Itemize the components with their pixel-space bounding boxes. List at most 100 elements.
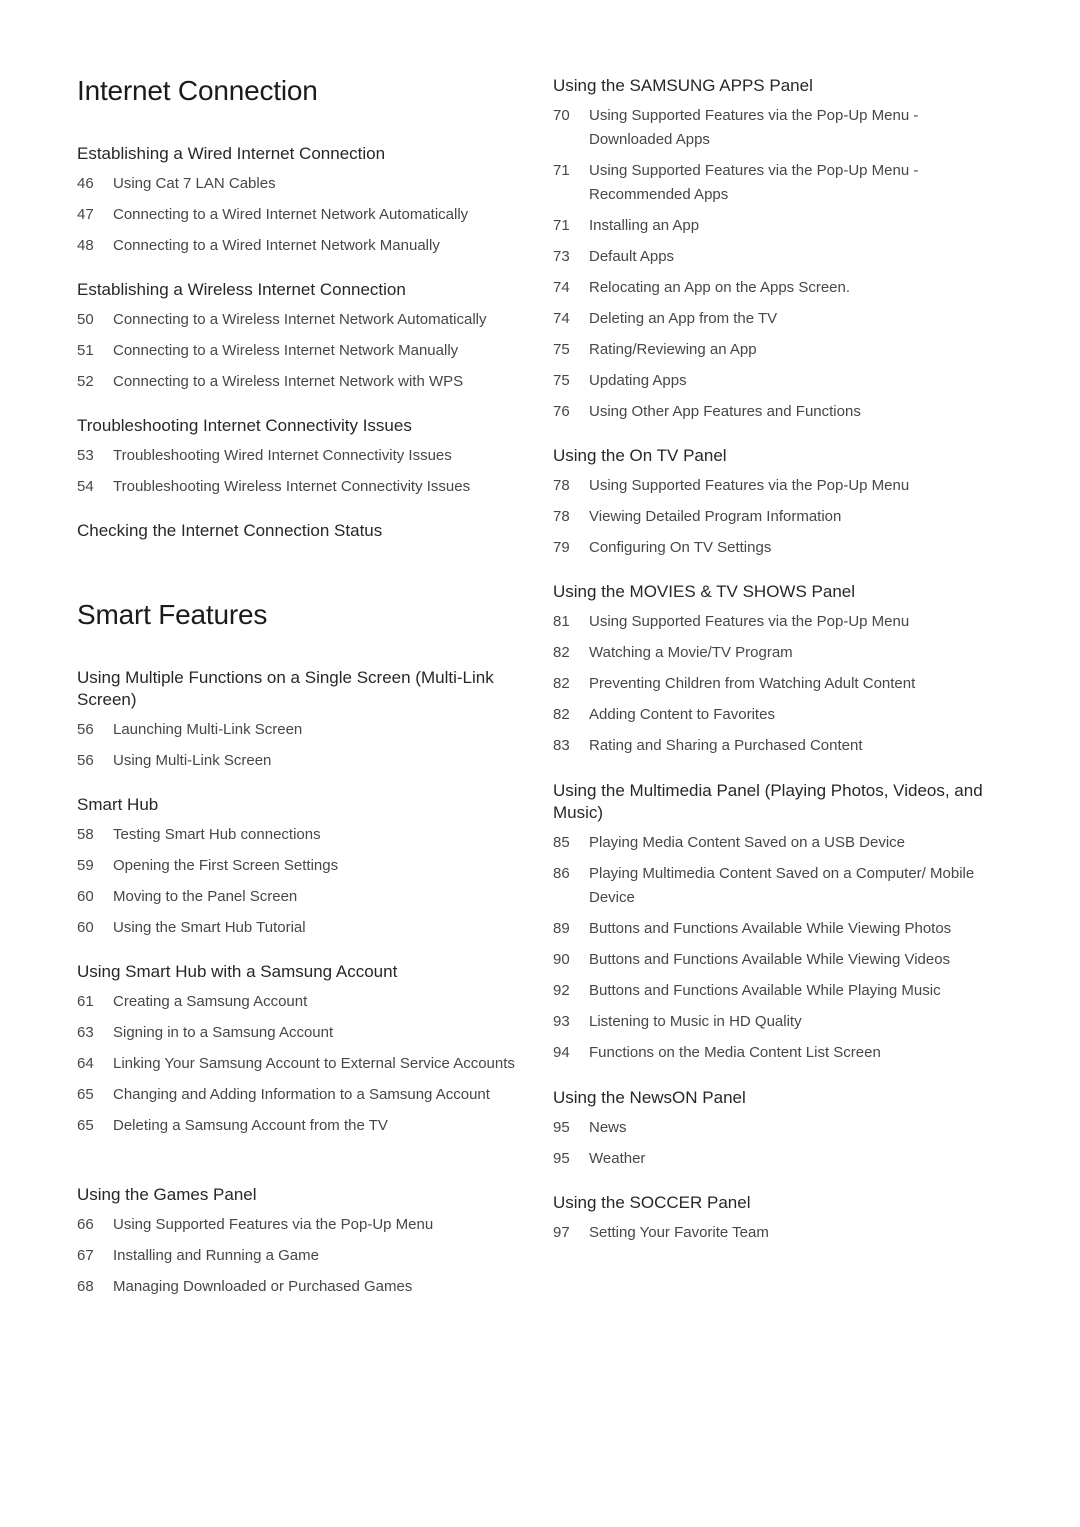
toc-entry[interactable]: 67 Installing and Running a Game	[77, 1244, 537, 1268]
page-number: 82	[553, 644, 570, 661]
page-number: 65	[77, 1117, 94, 1134]
toc-entry[interactable]: 60 Using the Smart Hub Tutorial	[77, 916, 537, 940]
section-heading[interactable]: Establishing a Wired Internet Connection	[77, 143, 537, 165]
toc-entry[interactable]: 54 Troubleshooting Wireless Internet Conn…	[77, 475, 537, 499]
page-number: 90	[553, 951, 570, 968]
toc-entry[interactable]: 82 Watching a Movie/TV Program	[553, 641, 993, 665]
toc-entry[interactable]: 95 Weather	[553, 1147, 993, 1171]
toc-entry[interactable]: 61 Creating a Samsung Account	[77, 990, 537, 1014]
toc-entry[interactable]: 75 Updating Apps	[553, 369, 993, 393]
section-heading[interactable]: Using the Games Panel	[77, 1184, 537, 1206]
entry-title: News	[589, 1119, 627, 1136]
section-heading[interactable]: Checking the Internet Connection Status	[77, 520, 537, 542]
page-number: 86	[553, 865, 570, 882]
toc-entry[interactable]: 52 Connecting to a Wireless Internet Netw…	[77, 370, 537, 394]
page-number: 67	[77, 1247, 94, 1264]
toc-entry[interactable]: 56 Launching Multi-Link Screen	[77, 718, 537, 742]
toc-entry[interactable]: 89 Buttons and Functions Available While …	[553, 917, 993, 941]
section-heading[interactable]: Troubleshooting Internet Connectivity Is…	[77, 415, 537, 437]
toc-entry[interactable]: 71 Installing an App	[553, 214, 993, 238]
toc-entry[interactable]: 90 Buttons and Functions Available While …	[553, 948, 993, 972]
entry-title: Using the Smart Hub Tutorial	[113, 919, 306, 936]
section-heading[interactable]: Using the On TV Panel	[553, 445, 993, 467]
toc-entry[interactable]: 78 Viewing Detailed Program Information	[553, 505, 993, 529]
toc-entry[interactable]: 81 Using Supported Features via the Pop-U…	[553, 610, 993, 634]
page-number: 56	[77, 752, 94, 769]
entry-title: Buttons and Functions Available While Pl…	[589, 982, 941, 999]
section-heading[interactable]: Using the SOCCER Panel	[553, 1192, 993, 1214]
page-number: 94	[553, 1044, 570, 1061]
toc-entry[interactable]: 82 Adding Content to Favorites	[553, 703, 993, 727]
page-number: 74	[553, 310, 570, 327]
toc-entry[interactable]: 93 Listening to Music in HD Quality	[553, 1010, 993, 1034]
toc-entry[interactable]: 75 Rating/Reviewing an App	[553, 338, 993, 362]
entry-title: Buttons and Functions Available While Vi…	[589, 951, 951, 968]
toc-entry[interactable]: 83 Rating and Sharing a Purchased Content	[553, 734, 993, 758]
toc-entry[interactable]: 48 Connecting to a Wired Internet Network…	[77, 234, 537, 258]
entry-title: Using Supported Features via the Pop-Up …	[589, 613, 910, 630]
section-heading[interactable]: Smart Hub	[77, 794, 537, 816]
toc-entry[interactable]: 71 Using Supported Features via the Pop-U…	[553, 159, 993, 207]
toc-entry[interactable]: 74 Deleting an App from the TV	[553, 307, 993, 331]
page-number: 97	[553, 1224, 570, 1241]
toc-entry[interactable]: 63 Signing in to a Samsung Account	[77, 1021, 537, 1045]
toc-entry[interactable]: 64 Linking Your Samsung Account to Extern…	[77, 1052, 537, 1076]
entry-title: Listening to Music in HD Quality	[589, 1013, 802, 1030]
toc-entry[interactable]: 70 Using Supported Features via the Pop-U…	[553, 104, 993, 152]
section-heading[interactable]: Using the SAMSUNG APPS Panel	[553, 75, 993, 97]
toc-entry[interactable]: 51 Connecting to a Wireless Internet Netw…	[77, 339, 537, 363]
toc-entry[interactable]: 74 Relocating an App on the Apps Screen.	[553, 276, 993, 300]
page-number: 51	[77, 342, 94, 359]
section-heading[interactable]: Using the Multimedia Panel (Playing Phot…	[553, 780, 993, 824]
entry-title: Deleting an App from the TV	[589, 310, 778, 327]
section-heading[interactable]: Using Multiple Functions on a Single Scr…	[77, 667, 537, 711]
toc-entry[interactable]: 73 Default Apps	[553, 245, 993, 269]
toc-entry[interactable]: 97 Setting Your Favorite Team	[553, 1221, 993, 1245]
toc-entry[interactable]: 85 Playing Media Content Saved on a USB D…	[553, 831, 993, 855]
toc-entry[interactable]: 50 Connecting to a Wireless Internet Netw…	[77, 308, 537, 332]
entry-title: Configuring On TV Settings	[589, 539, 772, 556]
toc-entry[interactable]: 76 Using Other App Features and Functions	[553, 400, 993, 424]
section-heading[interactable]: Using Smart Hub with a Samsung Account	[77, 961, 537, 983]
toc-entry[interactable]: 46 Using Cat 7 LAN Cables	[77, 172, 537, 196]
entry-title: Playing Media Content Saved on a USB Dev…	[589, 834, 906, 851]
entry-title: Using Supported Features via the Pop-Up …	[113, 1216, 434, 1233]
toc-entry[interactable]: 58 Testing Smart Hub connections	[77, 823, 537, 847]
toc-entry[interactable]: 60 Moving to the Panel Screen	[77, 885, 537, 909]
toc-entry[interactable]: 47 Connecting to a Wired Internet Network…	[77, 203, 537, 227]
page-number: 52	[77, 373, 94, 390]
page-number: 71	[553, 162, 570, 179]
page-number: 73	[553, 248, 570, 265]
page-number: 78	[553, 477, 570, 494]
entry-title: Viewing Detailed Program Information	[589, 508, 842, 525]
toc-section: Checking the Internet Connection Status	[77, 520, 537, 549]
toc-entry[interactable]: 53 Troubleshooting Wired Internet Connect…	[77, 444, 537, 468]
toc-entry[interactable]: 66 Using Supported Features via the Pop-U…	[77, 1213, 537, 1237]
toc-entry[interactable]: 95 News	[553, 1116, 993, 1140]
entry-title: Testing Smart Hub connections	[113, 826, 321, 843]
entry-title: Using Supported Features via the Pop-Up …	[589, 477, 910, 494]
toc-entry[interactable]: 79 Configuring On TV Settings	[553, 536, 993, 560]
toc-entry[interactable]: 92 Buttons and Functions Available While …	[553, 979, 993, 1003]
entry-title: Using Multi-Link Screen	[113, 752, 272, 769]
toc-entry[interactable]: 65 Deleting a Samsung Account from the TV	[77, 1114, 537, 1138]
toc-entry[interactable]: 86 Playing Multimedia Content Saved on a …	[553, 862, 993, 910]
toc-entry[interactable]: 82 Preventing Children from Watching Adul…	[553, 672, 993, 696]
entry-title: Playing Multimedia Content Saved on a Co…	[589, 865, 975, 906]
toc-entry[interactable]: 94 Functions on the Media Content List Sc…	[553, 1041, 993, 1065]
toc-section: Using Smart Hub with a Samsung Account 61…	[77, 961, 537, 1145]
entry-title: Connecting to a Wireless Internet Networ…	[113, 342, 459, 359]
entry-title: Creating a Samsung Account	[113, 993, 308, 1010]
section-heading[interactable]: Using the NewsON Panel	[553, 1087, 993, 1109]
toc-entry[interactable]: 59 Opening the First Screen Settings	[77, 854, 537, 878]
toc-entry[interactable]: 56 Using Multi-Link Screen	[77, 749, 537, 773]
toc-section: Using the Games Panel 66 Using Supported F…	[77, 1184, 537, 1306]
entry-title: Launching Multi-Link Screen	[113, 721, 303, 738]
toc-section: Troubleshooting Internet Connectivity Is…	[77, 415, 537, 506]
section-heading[interactable]: Establishing a Wireless Internet Connect…	[77, 279, 537, 301]
toc-entry[interactable]: 78 Using Supported Features via the Pop-U…	[553, 474, 993, 498]
section-heading[interactable]: Using the MOVIES & TV SHOWS Panel	[553, 581, 993, 603]
toc-section: Using the NewsON Panel 95 News 95 Weather	[553, 1087, 993, 1178]
toc-entry[interactable]: 68 Managing Downloaded or Purchased Games	[77, 1275, 537, 1299]
toc-entry[interactable]: 65 Changing and Adding Information to a S…	[77, 1083, 537, 1107]
